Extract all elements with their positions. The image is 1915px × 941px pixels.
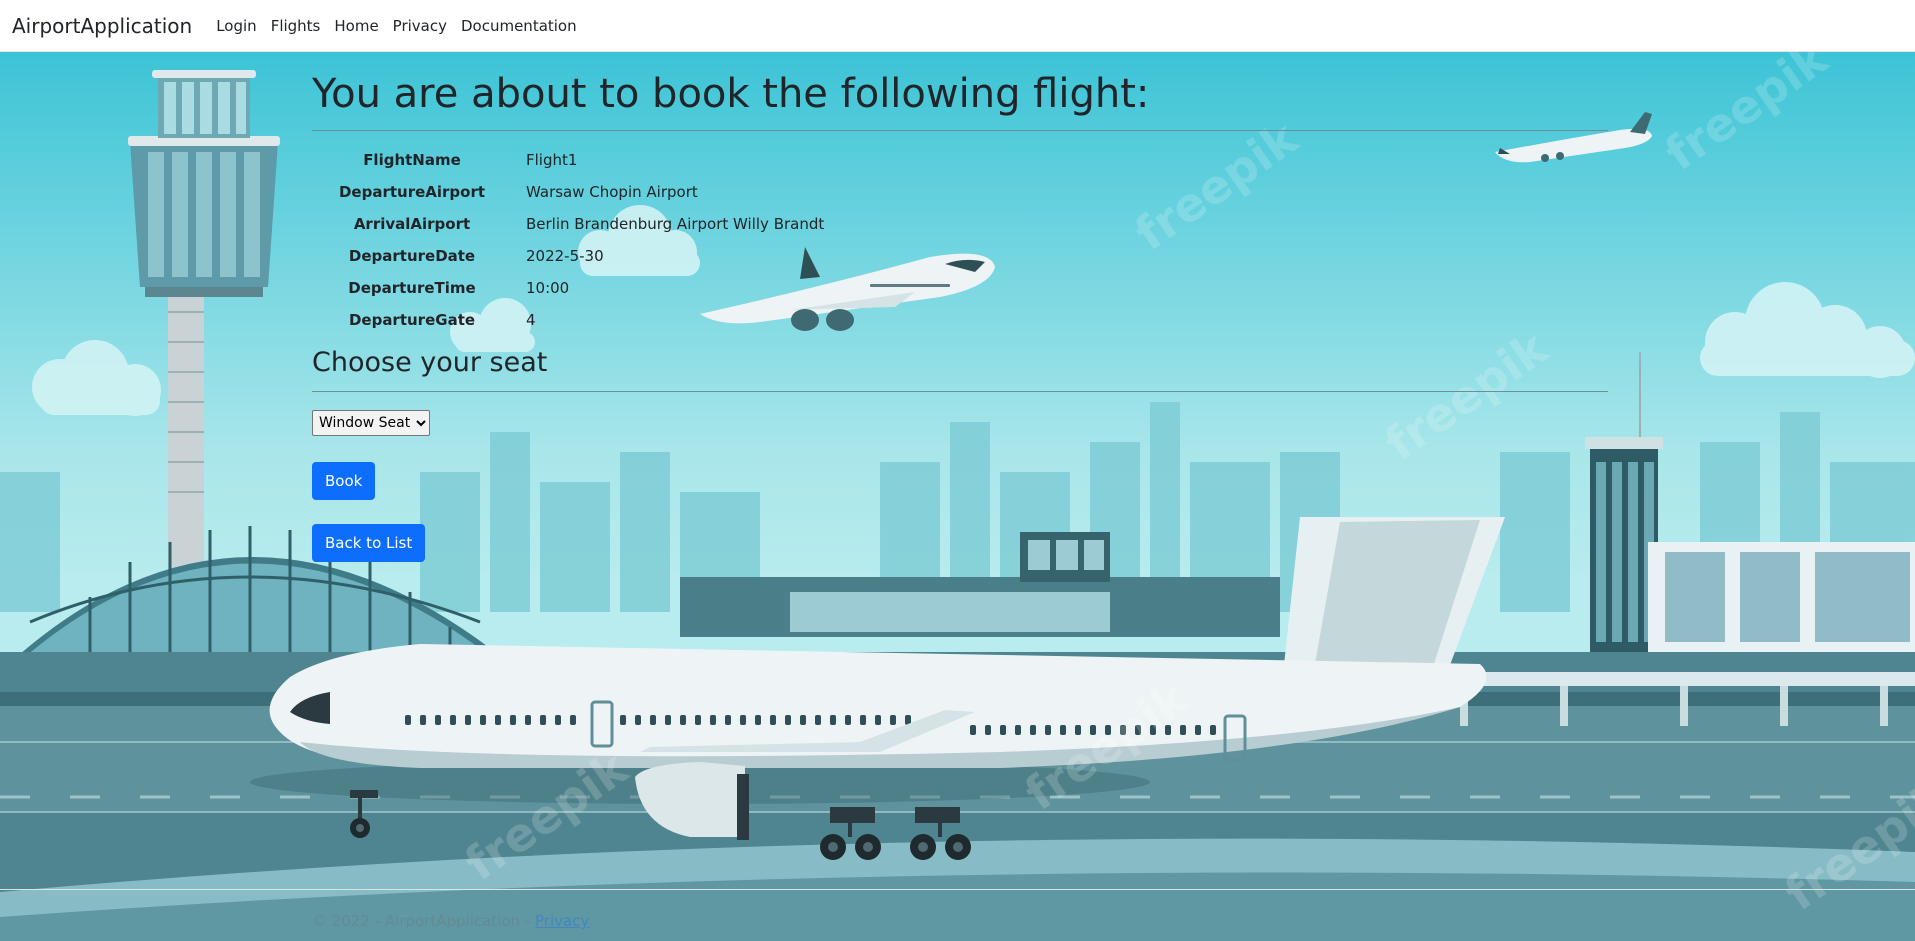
detail-value-departure-date: 2022-5-30	[526, 247, 604, 265]
footer-copyright: © 2022 - AirportApplication -	[312, 912, 535, 930]
seat-heading: Choose your seat	[312, 347, 1608, 393]
detail-value-departure-time: 10:00	[526, 279, 570, 297]
page-title: You are about to book the following flig…	[312, 70, 1608, 131]
detail-label-flight-name: FlightName	[363, 151, 461, 169]
detail-label-departure-date: DepartureDate	[348, 247, 476, 265]
main-content: You are about to book the following flig…	[312, 52, 1608, 563]
detail-label-departure-gate: DepartureGate	[348, 311, 476, 329]
nav-link-home[interactable]: Home	[334, 17, 378, 35]
flight-details: FlightName Flight1 DepartureAirport Wars…	[312, 149, 1608, 331]
back-to-list-button[interactable]: Back to List	[312, 524, 426, 563]
book-button[interactable]: Book	[312, 462, 376, 501]
detail-label-departure-time: DepartureTime	[348, 279, 476, 297]
detail-label-departure-airport: DepartureAirport	[338, 183, 486, 201]
nav-link-privacy[interactable]: Privacy	[393, 17, 447, 35]
nav-link-login[interactable]: Login	[216, 17, 256, 35]
detail-value-departure-airport: Warsaw Chopin Airport	[526, 183, 698, 201]
footer: © 2022 - AirportApplication - Privacy	[0, 889, 1915, 941]
detail-value-arrival-airport: Berlin Brandenburg Airport Willy Brandt	[526, 215, 825, 233]
detail-value-flight-name: Flight1	[526, 151, 578, 169]
seat-select[interactable]: Window Seat	[312, 410, 430, 437]
nav-link-documentation[interactable]: Documentation	[461, 17, 577, 35]
nav-link-flights[interactable]: Flights	[271, 17, 321, 35]
detail-value-departure-gate: 4	[526, 311, 536, 329]
footer-privacy-link[interactable]: Privacy	[535, 912, 589, 930]
detail-label-arrival-airport: ArrivalAirport	[353, 215, 471, 233]
footer-text: © 2022 - AirportApplication - Privacy	[312, 912, 589, 930]
top-navbar: AirportApplication Login Flights Home Pr…	[0, 0, 1915, 52]
brand-link[interactable]: AirportApplication	[12, 14, 192, 38]
